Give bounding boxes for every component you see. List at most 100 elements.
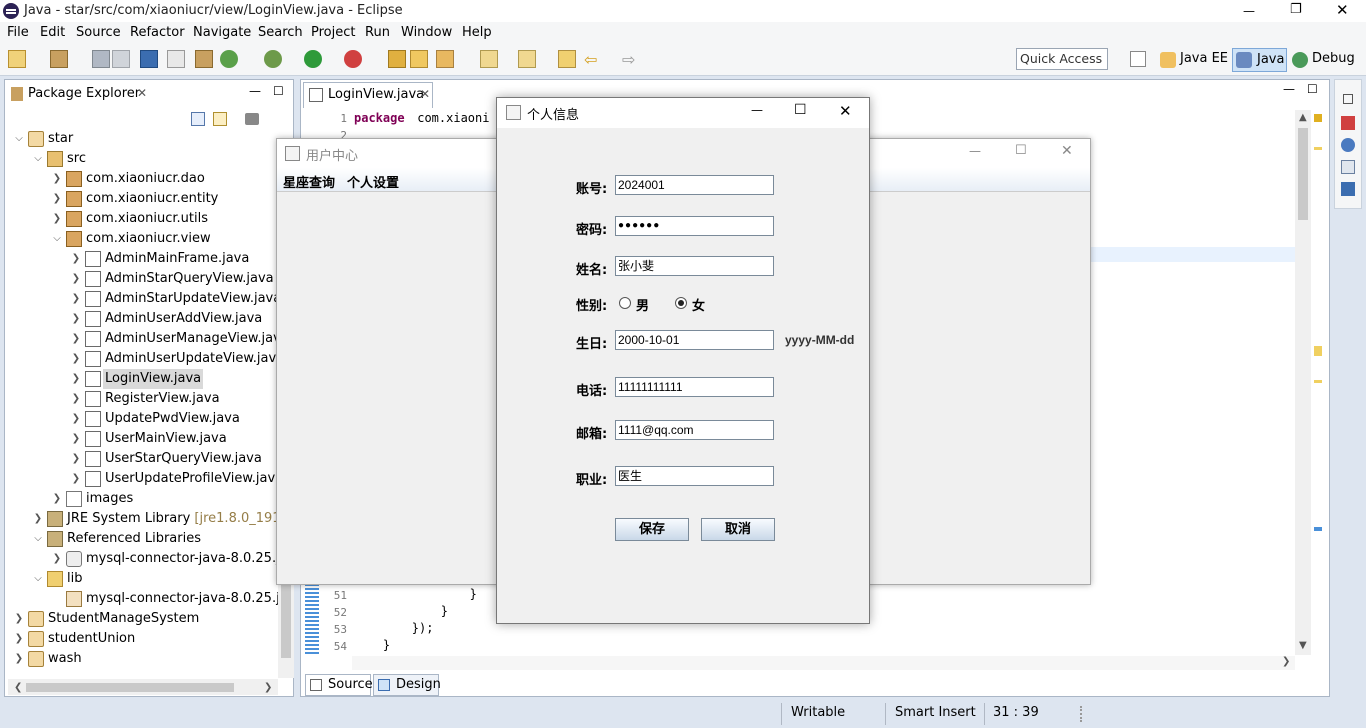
run-icon[interactable] — [304, 50, 322, 68]
collapsed-arrow-icon[interactable]: ❯ — [69, 449, 83, 469]
expanded-arrow-icon[interactable]: ⌵ — [31, 529, 45, 549]
new-package-icon[interactable] — [50, 50, 68, 68]
minimize-view-icon[interactable]: — — [249, 84, 261, 98]
search-tool-icon[interactable] — [436, 50, 454, 68]
last-edit-icon[interactable] — [558, 50, 576, 68]
refresh-icon[interactable] — [220, 50, 238, 68]
collapsed-arrow-icon[interactable]: ❯ — [69, 369, 83, 389]
perspective-java-ee[interactable]: Java EE — [1158, 48, 1232, 72]
menu-edit[interactable]: Edit — [40, 25, 65, 40]
email-field[interactable]: 1111@qq.com — [615, 420, 774, 440]
menu-window[interactable]: Window — [401, 25, 452, 40]
expanded-arrow-icon[interactable]: ⌵ — [50, 229, 64, 249]
close-icon[interactable]: ✕ — [1336, 1, 1349, 19]
menu-refactor[interactable]: Refactor — [130, 25, 185, 40]
maximize-editor-icon[interactable]: ☐ — [1307, 82, 1318, 96]
editor-hscroll[interactable]: ❯ — [352, 656, 1295, 670]
collapsed-arrow-icon[interactable]: ❯ — [69, 429, 83, 449]
menu-source[interactable]: Source — [76, 25, 121, 40]
collapsed-arrow-icon[interactable]: ❯ — [50, 549, 64, 569]
collapsed-arrow-icon[interactable]: ❯ — [12, 609, 26, 629]
maximize-view-icon[interactable]: ☐ — [273, 84, 284, 98]
collapsed-arrow-icon[interactable]: ❯ — [50, 189, 64, 209]
birthday-field[interactable]: 2000-10-01 — [615, 330, 774, 350]
open-type-icon[interactable] — [388, 50, 406, 68]
menu-personal-settings[interactable]: 个人设置 — [347, 172, 399, 191]
link-editor-icon[interactable] — [213, 112, 227, 126]
package-explorer-tab[interactable]: Package Explorer ✕ — [5, 80, 155, 108]
open-perspective-icon[interactable] — [1130, 51, 1146, 67]
menu-star-query[interactable]: 星座查询 — [283, 172, 335, 191]
collapsed-arrow-icon[interactable]: ❯ — [69, 329, 83, 349]
next-annotation-icon[interactable] — [480, 50, 498, 68]
collapsed-arrow-icon[interactable]: ❯ — [50, 169, 64, 189]
gender-female-radio[interactable]: 女 — [675, 295, 715, 314]
job-field[interactable]: 医生 — [615, 466, 774, 486]
task-list-icon[interactable] — [1341, 116, 1355, 130]
save-button[interactable]: 保存 — [615, 518, 689, 541]
collapsed-arrow-icon[interactable]: ❯ — [69, 309, 83, 329]
collapsed-arrow-icon[interactable]: ❯ — [69, 349, 83, 369]
new-icon[interactable] — [8, 50, 26, 68]
perspective-java[interactable]: Java — [1232, 48, 1287, 72]
menu-search[interactable]: Search — [258, 25, 303, 40]
restore-trim-icon[interactable] — [1343, 94, 1353, 104]
collapsed-arrow-icon[interactable]: ❯ — [69, 269, 83, 289]
console-trim-icon[interactable] — [1341, 182, 1355, 196]
skip-breakpoints-icon[interactable] — [167, 50, 185, 68]
package-explorer-hscroll[interactable]: ❮ ❯ — [8, 679, 278, 695]
problems-icon[interactable] — [1341, 160, 1355, 174]
forward-icon[interactable]: ⇨ — [622, 50, 635, 69]
save-all-icon[interactable] — [112, 50, 130, 68]
prev-annotation-icon[interactable] — [518, 50, 536, 68]
menu-project[interactable]: Project — [311, 25, 355, 40]
collapsed-arrow-icon[interactable]: ❯ — [12, 649, 26, 669]
source-tab[interactable]: Source — [305, 674, 373, 696]
view-menu-icon[interactable] — [245, 113, 259, 125]
close-icon[interactable]: ✕ — [839, 102, 852, 120]
outline-icon[interactable] — [1341, 138, 1355, 152]
maximize-icon[interactable]: ☐ — [794, 102, 807, 118]
perspective-debug[interactable]: Debug — [1290, 48, 1359, 72]
account-field[interactable]: 2024001 — [615, 175, 774, 195]
menu-help[interactable]: Help — [462, 25, 492, 40]
minimize-editor-icon[interactable]: — — [1283, 82, 1295, 96]
open-folder-icon[interactable] — [410, 50, 428, 68]
restore-icon[interactable]: ❐ — [1290, 2, 1302, 17]
minimize-icon[interactable]: — — [751, 103, 763, 117]
cancel-button[interactable]: 取消 — [701, 518, 775, 541]
collapse-all-icon[interactable] — [191, 112, 205, 126]
minimize-icon[interactable]: — — [1243, 4, 1255, 18]
collapsed-arrow-icon[interactable]: ❯ — [69, 409, 83, 429]
menu-file[interactable]: File — [7, 25, 29, 40]
collapsed-arrow-icon[interactable]: ❯ — [69, 249, 83, 269]
close-icon[interactable]: ✕ — [1061, 143, 1073, 159]
editor-tab[interactable]: LoginView.java ✕ — [303, 82, 433, 108]
collapsed-arrow-icon[interactable]: ❯ — [69, 289, 83, 309]
collapsed-arrow-icon[interactable]: ❯ — [69, 469, 83, 489]
name-field[interactable]: 张小斐 — [615, 256, 774, 276]
collapsed-arrow-icon[interactable]: ❯ — [12, 629, 26, 649]
collapsed-arrow-icon[interactable]: ❯ — [50, 209, 64, 229]
menu-run[interactable]: Run — [365, 25, 390, 40]
collapsed-arrow-icon[interactable]: ❯ — [31, 509, 45, 529]
collapsed-arrow-icon[interactable]: ❯ — [50, 489, 64, 509]
quick-access-input[interactable]: Quick Access — [1016, 48, 1108, 70]
editor-vscroll[interactable]: ▲ ▼ — [1295, 110, 1311, 655]
maximize-icon[interactable]: ☐ — [1015, 143, 1027, 158]
gender-male-radio[interactable]: 男 — [619, 295, 659, 314]
collapsed-arrow-icon[interactable]: ❯ — [69, 389, 83, 409]
close-editor-icon[interactable]: ✕ — [420, 87, 430, 101]
save-icon[interactable] — [92, 50, 110, 68]
expanded-arrow-icon[interactable]: ⌵ — [31, 569, 45, 589]
expanded-arrow-icon[interactable]: ⌵ — [12, 129, 26, 149]
back-icon[interactable]: ⇦ — [584, 50, 597, 69]
console-icon[interactable] — [140, 50, 158, 68]
expanded-arrow-icon[interactable]: ⌵ — [31, 149, 45, 169]
debug-icon[interactable] — [264, 50, 282, 68]
close-view-icon[interactable]: ✕ — [137, 86, 147, 100]
phone-field[interactable]: 11111111111 — [615, 377, 774, 397]
design-tab[interactable]: Design — [373, 674, 441, 696]
run-external-icon[interactable] — [344, 50, 362, 68]
password-field[interactable]: ●●●●●● — [615, 216, 774, 236]
